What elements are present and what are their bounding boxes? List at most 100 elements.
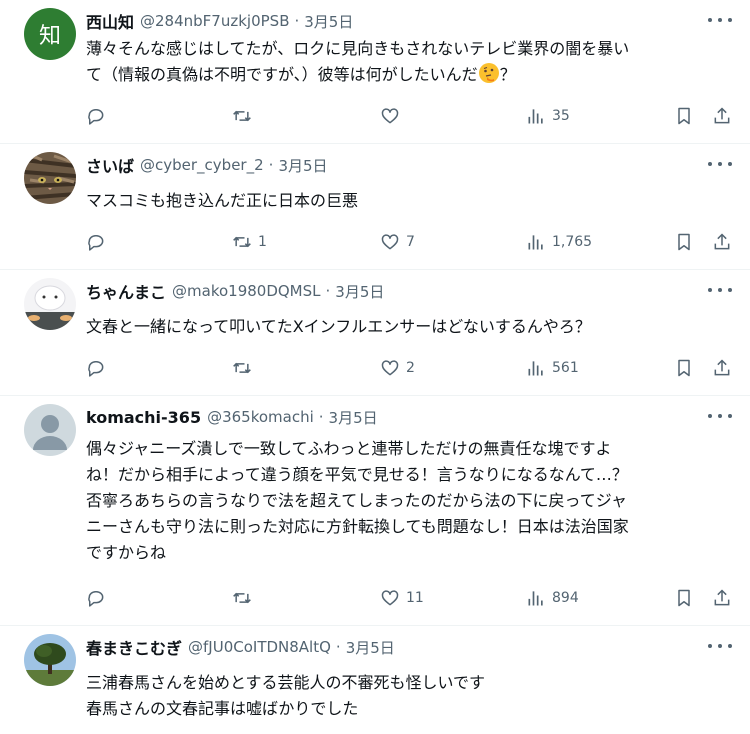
retweet-button[interactable]	[232, 102, 258, 130]
display-name[interactable]: ちゃんまこ	[86, 279, 166, 303]
tree-landscape-avatar-image	[24, 634, 76, 686]
bookmark-icon	[678, 107, 690, 125]
avatar[interactable]	[24, 152, 76, 204]
tweet-date[interactable]: 3月5日	[335, 281, 384, 302]
display-name[interactable]: komachi-365	[86, 408, 201, 427]
avatar[interactable]	[24, 404, 76, 456]
views-button[interactable]: 894	[526, 584, 579, 612]
view-count: 1,765	[552, 234, 593, 250]
like-button[interactable]	[380, 102, 406, 130]
tweet-text: マスコミも抱き込んだ正に日本の巨悪	[86, 188, 730, 214]
view-count: 35	[552, 108, 570, 124]
views-button[interactable]: 1,765	[526, 228, 592, 256]
avatar-initial: 知	[38, 24, 61, 49]
separator-dot: ·	[335, 638, 341, 656]
like-count: 11	[406, 590, 424, 606]
tweet-text-line: 文春と一緒になって叩いてたXインフルエンサーはどないするんやろ？	[86, 317, 591, 336]
retweet-button[interactable]	[232, 354, 258, 382]
like-icon	[381, 590, 399, 606]
reply-icon	[88, 109, 104, 125]
tweet-text: 薄々そんな感じはしてたが、ロクに見向きもされないテレビ業界の闇を暴い て（情報の…	[86, 36, 730, 88]
bookmark-button[interactable]	[674, 228, 694, 256]
tweet-actions: 2 561	[86, 354, 736, 382]
tweet-header: komachi-365 @365komachi · 3月5日	[86, 404, 690, 430]
share-button[interactable]	[712, 584, 732, 612]
display-name[interactable]: さいば	[86, 153, 134, 177]
views-icon	[528, 591, 543, 606]
more-icon[interactable]	[708, 280, 732, 300]
tweet-date[interactable]: 3月5日	[304, 11, 353, 32]
views-button[interactable]: 35	[526, 102, 570, 130]
bookmark-icon	[678, 589, 690, 607]
default-avatar-icon	[24, 404, 76, 456]
reply-button[interactable]	[86, 102, 112, 130]
like-button[interactable]: 7	[380, 228, 415, 256]
tweet[interactable]: komachi-365 @365komachi · 3月5日 偶々ジャニーズ潰し…	[0, 396, 750, 626]
tweet-text-line: 三浦春馬さんを始めとする芸能人の不審死も怪しいです	[86, 673, 486, 692]
tweet-text-line: 春馬さんの文春記事は嘘ばかりでした	[86, 699, 359, 718]
like-button[interactable]: 11	[380, 584, 424, 612]
user-handle[interactable]: @cyber_cyber_2	[140, 156, 264, 174]
avatar[interactable]	[24, 634, 76, 686]
retweet-icon	[233, 110, 251, 122]
separator-dot: ·	[294, 12, 300, 30]
like-icon	[381, 360, 399, 376]
reply-button[interactable]	[86, 354, 112, 382]
tweet-text-line: 否寧ろあちらの言うなりで法を超えてしまったのだから法の下に戻ってジャ	[86, 491, 627, 510]
bookmark-button[interactable]	[674, 584, 694, 612]
share-button[interactable]	[712, 102, 732, 130]
tweet-text-line: 偶々ジャニーズ潰しで一致してふわっと連帯しただけの無責任な塊ですよ	[86, 439, 612, 458]
separator-dot: ·	[318, 408, 324, 426]
retweet-button[interactable]: 1	[232, 228, 267, 256]
user-handle[interactable]: @fJU0CoITDN8AltQ	[188, 638, 331, 656]
tweet-actions: 35	[86, 102, 736, 130]
character-avatar-image	[24, 278, 76, 330]
more-icon[interactable]	[708, 10, 732, 30]
avatar[interactable]	[24, 278, 76, 330]
tweet-text-line: ですからね	[86, 543, 167, 562]
bookmark-button[interactable]	[674, 354, 694, 382]
retweet-icon	[233, 236, 251, 248]
retweet-count: 1	[258, 234, 267, 250]
tweet[interactable]: 知 西山知 @284nbF7uzkj0PSB · 3月5日 薄々そんな感じはして…	[0, 0, 750, 144]
tweet-actions: 1 7 1,765	[86, 228, 736, 256]
tweet-date[interactable]: 3月5日	[278, 155, 327, 176]
reply-icon	[88, 361, 104, 377]
share-icon	[714, 233, 730, 250]
user-handle[interactable]: @365komachi	[207, 408, 314, 426]
display-name[interactable]: 春まきこむぎ	[86, 635, 182, 659]
views-button[interactable]: 561	[526, 354, 579, 382]
share-button[interactable]	[712, 354, 732, 382]
tweet-date[interactable]: 3月5日	[329, 407, 378, 428]
more-icon[interactable]	[708, 154, 732, 174]
tweet[interactable]: ちゃんまこ @mako1980DQMSL · 3月5日 文春と一緒になって叩いて…	[0, 270, 750, 396]
tweet-header: 春まきこむぎ @fJU0CoITDN8AltQ · 3月5日	[86, 634, 690, 660]
user-handle[interactable]: @mako1980DQMSL	[172, 282, 320, 300]
share-icon	[714, 107, 730, 124]
share-icon	[714, 359, 730, 376]
share-icon	[714, 589, 730, 606]
more-icon[interactable]	[708, 636, 732, 656]
view-count: 561	[552, 360, 579, 376]
tweet-actions: 11 894	[86, 584, 736, 612]
tweet[interactable]: さいば @cyber_cyber_2 · 3月5日 マスコミも抱き込んだ正に日本…	[0, 144, 750, 270]
tweet-header: さいば @cyber_cyber_2 · 3月5日	[86, 152, 690, 178]
tweet-text: 文春と一緒になって叩いてたXインフルエンサーはどないするんやろ？	[86, 314, 730, 340]
avatar[interactable]: 知	[24, 8, 76, 60]
bookmark-button[interactable]	[674, 102, 694, 130]
reply-button[interactable]	[86, 584, 112, 612]
separator-dot: ·	[268, 156, 274, 174]
like-button[interactable]: 2	[380, 354, 415, 382]
reply-button[interactable]	[86, 228, 112, 256]
tweet[interactable]: 春まきこむぎ @fJU0CoITDN8AltQ · 3月5日 三浦春馬さんを始め…	[0, 626, 750, 734]
tweet-text-line: ニーさんも守り法に則った対応に方針転換しても問題なし！日本は法治国家	[86, 517, 629, 536]
user-handle[interactable]: @284nbF7uzkj0PSB	[140, 12, 289, 30]
tweet-text-line: マスコミも抱き込んだ正に日本の巨悪	[86, 191, 359, 210]
share-button[interactable]	[712, 228, 732, 256]
tweet-text-line: 薄々そんな感じはしてたが、ロクに見向きもされないテレビ業界の闇を暴い	[86, 39, 630, 58]
retweet-button[interactable]	[232, 584, 258, 612]
tweet-date[interactable]: 3月5日	[346, 637, 395, 658]
more-icon[interactable]	[708, 406, 732, 426]
display-name[interactable]: 西山知	[86, 9, 134, 33]
views-icon	[528, 109, 543, 124]
